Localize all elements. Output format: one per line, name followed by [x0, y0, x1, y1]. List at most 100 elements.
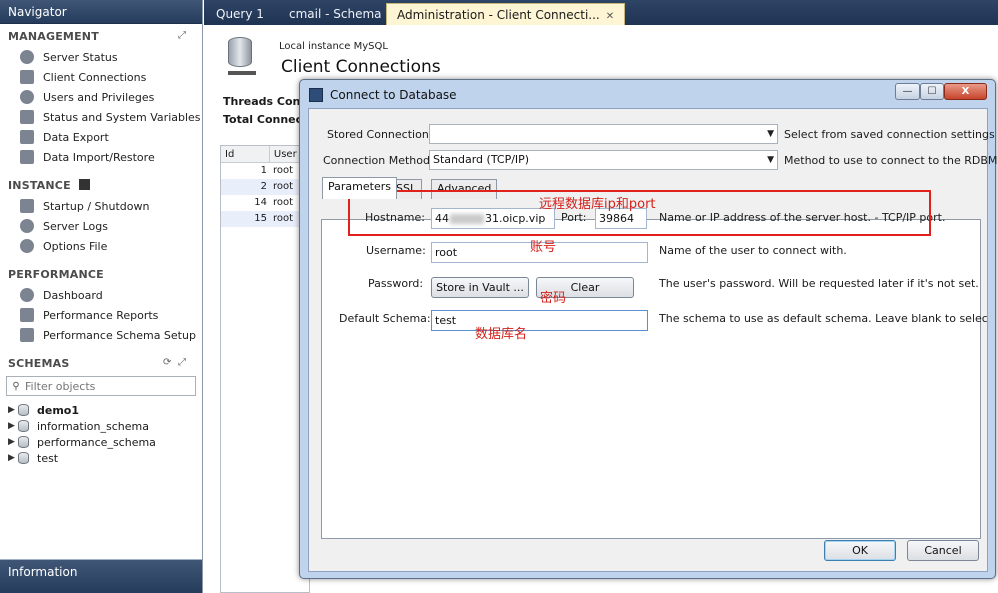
connection-method-select[interactable]: Standard (TCP/IP) ▼	[429, 150, 778, 170]
page-title: Client Connections	[281, 57, 441, 77]
nav-startup-shutdown[interactable]: Startup / Shutdown	[20, 197, 149, 215]
annotation-password: 密码	[540, 291, 567, 306]
performance-title: PERFORMANCE	[8, 268, 104, 281]
parameters-panel	[321, 219, 981, 539]
schemas-title: SCHEMAS	[8, 357, 70, 370]
threads-connected-label: Threads Conn	[223, 95, 309, 108]
expand-arrow-icon[interactable]: ▶	[8, 405, 18, 415]
dialog-client: Stored Connection: ▼ Select from saved c…	[308, 108, 998, 572]
variables-icon	[20, 110, 34, 124]
editor-tabbar: Query 1 cmail - Schema Administration - …	[204, 0, 998, 25]
monitor-icon	[20, 70, 34, 84]
default-schema-input[interactable]: test	[431, 310, 648, 331]
nav-client-connections[interactable]: Client Connections	[20, 68, 146, 86]
dialog-title: Connect to Database	[330, 88, 457, 102]
table-row[interactable]: 2 root	[221, 179, 309, 195]
database-icon	[18, 436, 29, 448]
annotation-account: 账号	[530, 240, 557, 255]
minimize-button[interactable]: —	[895, 83, 920, 100]
maximize-button[interactable]: ☐	[920, 83, 944, 100]
navigator-header: Navigator	[0, 0, 202, 24]
database-server-icon	[228, 37, 256, 77]
schema-demo1[interactable]: ▶ demo1	[8, 402, 79, 418]
instance-subtitle: Local instance MySQL	[279, 41, 388, 52]
connections-grid[interactable]: Id User 1 root 2 root 14 root 15 root	[220, 145, 310, 593]
nav-performance-schema-setup[interactable]: Performance Schema Setup	[20, 326, 196, 344]
expand-icon[interactable]: ⤢	[178, 30, 186, 41]
filter-input[interactable]	[25, 379, 190, 393]
expand-arrow-icon[interactable]: ▶	[8, 453, 18, 463]
expand-arrow-icon[interactable]: ▶	[8, 421, 18, 431]
user-icon	[20, 90, 34, 104]
instance-icon	[78, 179, 90, 190]
default-schema-label: Default Schema:	[339, 312, 431, 325]
dropdown-arrow-icon: ▼	[767, 155, 774, 165]
tab-parameters[interactable]: Parameters	[322, 177, 397, 199]
table-row[interactable]: 1 root	[221, 163, 309, 179]
password-desc: The user's password. Will be requested l…	[659, 277, 979, 290]
nav-dashboard[interactable]: Dashboard	[20, 286, 103, 304]
tab-query-1[interactable]: Query 1	[206, 3, 274, 25]
management-title: MANAGEMENT	[8, 30, 99, 43]
startup-icon	[20, 199, 34, 213]
filter-box: ⚲	[6, 376, 196, 396]
grid-header: Id User	[221, 146, 309, 163]
import-icon	[20, 150, 34, 164]
nav-data-import[interactable]: Data Import/Restore	[20, 148, 155, 166]
nav-options-file[interactable]: Options File	[20, 237, 107, 255]
search-icon: ⚲	[12, 380, 20, 392]
col-id[interactable]: Id	[221, 146, 270, 162]
table-row[interactable]: 14 root	[221, 195, 309, 211]
username-label: Username:	[366, 244, 426, 257]
annotation-dbname: 数据库名	[475, 327, 528, 342]
connect-dialog: Connect to Database — ☐ X Stored Connect…	[299, 79, 998, 579]
navigator-panel: Navigator MANAGEMENT ⤢ Server Status Cli…	[0, 0, 203, 593]
ok-button[interactable]: OK	[824, 540, 896, 561]
tab-cmail-schema[interactable]: cmail - Schema	[279, 3, 392, 25]
dashboard-icon	[20, 288, 34, 302]
dropdown-arrow-icon: ▼	[767, 129, 774, 139]
stored-connection-label: Stored Connection:	[327, 128, 433, 141]
close-tab-icon[interactable]: ✕	[606, 11, 614, 22]
tab-administration[interactable]: Administration - Client Connecti... ✕	[386, 3, 626, 25]
reports-icon	[20, 308, 34, 322]
close-button[interactable]: X	[944, 83, 987, 100]
schema-information[interactable]: ▶ information_schema	[8, 418, 149, 434]
play-circle-icon	[20, 50, 34, 64]
connection-method-label: Connection Method:	[323, 154, 434, 167]
export-icon	[20, 130, 34, 144]
navigator-body: MANAGEMENT ⤢ Server Status Client Connec…	[0, 24, 202, 559]
table-row[interactable]: 15 root	[221, 211, 309, 227]
information-header[interactable]: Information	[0, 559, 202, 593]
nav-performance-reports[interactable]: Performance Reports	[20, 306, 158, 324]
store-in-vault-button[interactable]: Store in Vault ...	[431, 277, 529, 298]
schema-test[interactable]: ▶ test	[8, 450, 58, 466]
connection-method-desc: Method to use to connect to the RDBMS	[784, 154, 998, 167]
nav-server-status[interactable]: Server Status	[20, 48, 118, 66]
default-schema-desc: The schema to use as default schema. Lea…	[659, 312, 987, 325]
stored-connection-desc: Select from saved connection settings	[784, 128, 995, 141]
dialog-titlebar[interactable]: Connect to Database — ☐ X	[300, 80, 995, 108]
schema-setup-icon	[20, 328, 34, 342]
schema-performance[interactable]: ▶ performance_schema	[8, 434, 156, 450]
wrench-icon	[20, 239, 34, 253]
total-connections-label: Total Connect	[223, 113, 308, 126]
password-label: Password:	[368, 277, 424, 290]
nav-server-logs[interactable]: Server Logs	[20, 217, 108, 235]
nav-data-export[interactable]: Data Export	[20, 128, 109, 146]
expand-schemas-icon[interactable]: ⤢	[178, 357, 186, 368]
annotation-remote: 远程数据库ip和port	[539, 197, 656, 212]
username-desc: Name of the user to connect with.	[659, 244, 847, 257]
nav-status-variables[interactable]: Status and System Variables	[20, 108, 201, 126]
database-icon	[18, 452, 29, 464]
refresh-icon[interactable]: ⟳	[163, 357, 171, 368]
database-icon	[18, 404, 29, 416]
expand-arrow-icon[interactable]: ▶	[8, 437, 18, 447]
cancel-button[interactable]: Cancel	[907, 540, 979, 561]
logs-icon	[20, 219, 34, 233]
nav-users-privileges[interactable]: Users and Privileges	[20, 88, 154, 106]
stored-connection-select[interactable]: ▼	[429, 124, 778, 144]
database-icon	[18, 420, 29, 432]
workbench-icon	[309, 88, 323, 102]
instance-title: INSTANCE	[8, 179, 90, 192]
